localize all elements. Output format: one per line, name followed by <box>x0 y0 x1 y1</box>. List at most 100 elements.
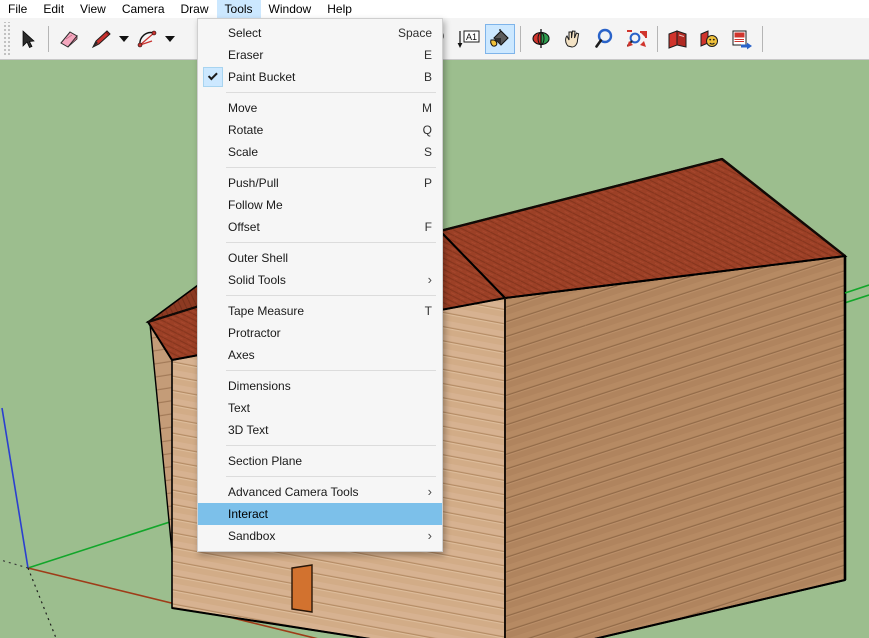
menu-item-select[interactable]: Select Space <box>198 22 442 44</box>
menu-item-shortcut: B <box>423 70 432 84</box>
menubar-item-help[interactable]: Help <box>319 0 360 18</box>
zoom-window-tool-button[interactable] <box>622 24 652 54</box>
menu-item-gutter <box>198 397 228 419</box>
zoom-extents-icon <box>627 29 647 47</box>
menu-item-gutter <box>198 194 228 216</box>
eraser-icon <box>60 30 78 48</box>
menu-item-gutter <box>198 503 228 525</box>
tools-dropdown-menu[interactable]: Select Space Eraser E Paint Bucket B Move M Rota… <box>197 18 443 552</box>
menu-item-shortcut: Q <box>422 123 432 137</box>
menu-item-shortcut: Space <box>397 26 432 40</box>
menu-item-gutter <box>198 525 228 547</box>
magnifier-blue-icon <box>595 28 613 48</box>
menu-item-gutter <box>198 119 228 141</box>
dimension-tool-button[interactable]: A1 <box>453 24 483 54</box>
menu-item-interact[interactable]: Interact <box>198 503 442 525</box>
menu-separator <box>226 476 436 477</box>
menu-item-dimensions[interactable]: Dimensions <box>198 375 442 397</box>
menubar-item-view[interactable]: View <box>72 0 114 18</box>
menu-item-solid-tools[interactable]: Solid Tools › <box>198 269 442 291</box>
menu-item-label: 3D Text <box>228 423 269 437</box>
menubar-item-file[interactable]: File <box>0 0 35 18</box>
menu-item-tape-measure[interactable]: Tape Measure T <box>198 300 442 322</box>
menu-item-gutter <box>198 172 228 194</box>
share-model-button[interactable] <box>695 24 725 54</box>
pan-tool-button[interactable] <box>558 24 588 54</box>
arc-tool-button[interactable] <box>132 24 162 54</box>
menu-item-shortcut: M <box>422 101 432 115</box>
menu-separator <box>226 445 436 446</box>
line-tool-button[interactable] <box>86 24 116 54</box>
menu-item-label: Dimensions <box>228 379 291 393</box>
menubar-item-tools[interactable]: Tools <box>216 0 261 18</box>
menu-item-shortcut: T <box>424 304 432 318</box>
menu-item-label: Move <box>228 101 258 115</box>
menu-separator <box>226 242 436 243</box>
orbit-tool-button[interactable] <box>526 24 556 54</box>
menu-separator <box>226 167 436 168</box>
menu-item-gutter <box>198 450 228 472</box>
toolbar-separator <box>762 25 763 52</box>
zoom-tool-button[interactable] <box>590 24 620 54</box>
paint-bucket-tool-button[interactable] <box>485 23 515 54</box>
menubar-item-edit[interactable]: Edit <box>35 0 72 18</box>
menu-item-label: Axes <box>228 348 255 362</box>
menu-item-rotate[interactable]: Rotate Q <box>198 119 442 141</box>
line-tool-dropdown-arrow[interactable] <box>117 24 131 54</box>
menu-item-shortcut: S <box>423 145 432 159</box>
menubar-item-camera[interactable]: Camera <box>114 0 173 18</box>
menu-item-label: Push/Pull <box>228 176 279 190</box>
hand-pan-icon <box>565 29 580 48</box>
menu-item-shortcut: E <box>423 48 432 62</box>
menu-item-gutter <box>198 66 228 88</box>
arc-tool-dropdown-arrow[interactable] <box>163 24 177 54</box>
menu-item-gutter <box>198 419 228 441</box>
menu-item-gutter <box>198 216 228 238</box>
menu-item-move[interactable]: Move M <box>198 97 442 119</box>
3d-warehouse-button[interactable] <box>663 24 693 54</box>
menu-item-axes[interactable]: Axes <box>198 344 442 366</box>
arc-icon <box>137 30 157 47</box>
menu-item-section-plane[interactable]: Section Plane <box>198 450 442 472</box>
orbit-icon <box>532 28 550 48</box>
menu-item-paint-bucket[interactable]: Paint Bucket B <box>198 66 442 88</box>
menu-item-outer-shell[interactable]: Outer Shell <box>198 247 442 269</box>
components-icon <box>700 29 718 47</box>
menu-item-offset[interactable]: Offset F <box>198 216 442 238</box>
toolbar-separator <box>657 25 658 52</box>
book-red-icon <box>668 29 687 49</box>
toolbar-grip[interactable] <box>2 21 10 56</box>
menubar-item-window[interactable]: Window <box>261 0 320 18</box>
select-tool-button[interactable] <box>13 24 43 54</box>
menu-item-scale[interactable]: Scale S <box>198 141 442 163</box>
dimension-a1-icon: A1 <box>457 30 480 48</box>
menu-item-label: Outer Shell <box>228 251 289 265</box>
menu-item-sandbox[interactable]: Sandbox › <box>198 525 442 547</box>
menubar-item-draw[interactable]: Draw <box>173 0 217 18</box>
menu-item-label: Solid Tools <box>228 273 286 287</box>
menu-item-label: Follow Me <box>228 198 283 212</box>
menu-item-gutter <box>198 375 228 397</box>
eraser-tool-button[interactable] <box>54 24 84 54</box>
menu-item-eraser[interactable]: Eraser E <box>198 44 442 66</box>
menu-item-3d-text[interactable]: 3D Text <box>198 419 442 441</box>
menu-item-gutter <box>198 481 228 503</box>
menu-item-gutter <box>198 247 228 269</box>
menu-item-follow-me[interactable]: Follow Me <box>198 194 442 216</box>
layout-export-button[interactable] <box>727 24 757 54</box>
menu-item-gutter <box>198 269 228 291</box>
menu-item-gutter <box>198 22 228 44</box>
menu-item-label: Sandbox <box>228 529 276 543</box>
menu-item-push-pull[interactable]: Push/Pull P <box>198 172 442 194</box>
menu-item-label: Paint Bucket <box>228 70 296 84</box>
sketchup-window: A1 File Edit View Camera Draw Tools Wind… <box>0 0 869 638</box>
menu-item-gutter <box>198 44 228 66</box>
menu-item-label: Advanced Camera Tools <box>228 485 359 499</box>
menu-item-protractor[interactable]: Protractor <box>198 322 442 344</box>
pencil-icon <box>91 29 111 48</box>
chevron-right-icon: › <box>427 484 432 499</box>
menu-separator <box>226 295 436 296</box>
menu-item-text[interactable]: Text <box>198 397 442 419</box>
menu-item-gutter <box>198 322 228 344</box>
menu-item-advanced-camera-tools[interactable]: Advanced Camera Tools › <box>198 481 442 503</box>
